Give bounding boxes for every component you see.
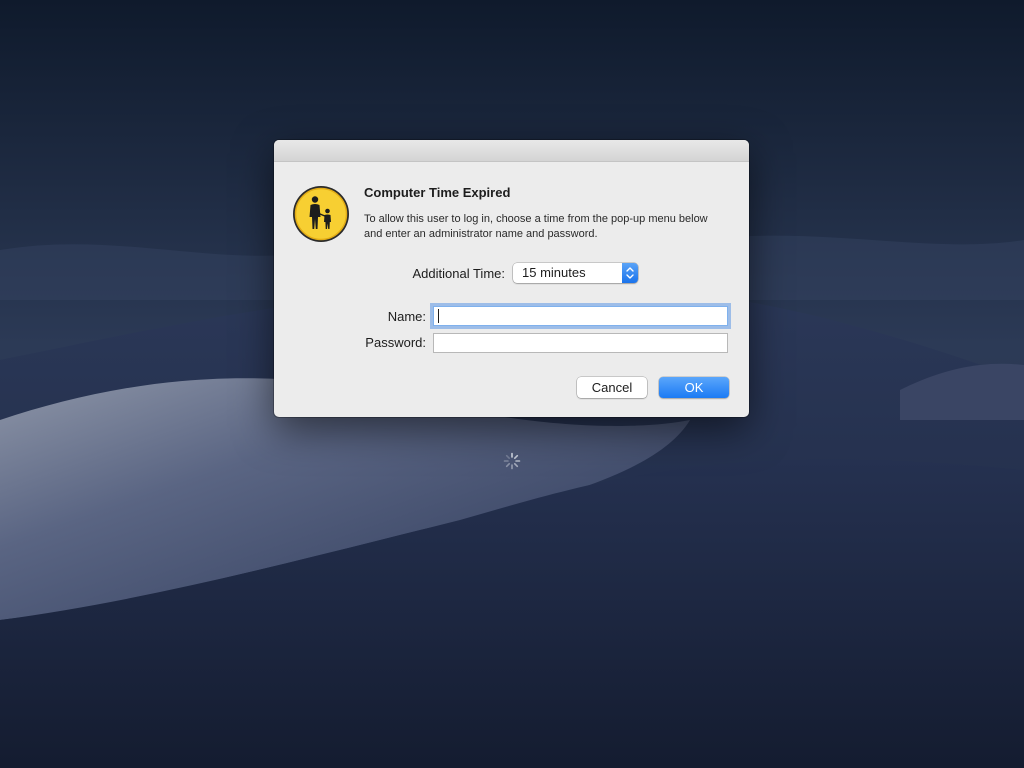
additional-time-value: 15 minutes — [522, 265, 586, 280]
parental-controls-icon — [291, 184, 351, 244]
dialog-message: To allow this user to log in, choose a t… — [364, 213, 708, 240]
computer-time-expired-dialog: Computer Time Expired To allow this user… — [274, 140, 749, 417]
additional-time-popup[interactable]: 15 minutes — [513, 263, 638, 283]
text-cursor — [438, 309, 439, 323]
name-field[interactable] — [433, 306, 728, 326]
loading-spinner-icon — [503, 452, 521, 470]
name-label: Name: — [387, 309, 426, 324]
password-label: Password: — [365, 335, 426, 350]
dialog-titlebar — [274, 140, 749, 162]
ok-button[interactable]: OK — [659, 377, 729, 398]
password-field[interactable] — [433, 333, 728, 353]
additional-time-label: Additional Time: — [412, 266, 506, 281]
cancel-button[interactable]: Cancel — [577, 377, 647, 398]
popup-arrows-icon — [622, 263, 638, 283]
dialog-title: Computer Time Expired — [364, 185, 511, 200]
